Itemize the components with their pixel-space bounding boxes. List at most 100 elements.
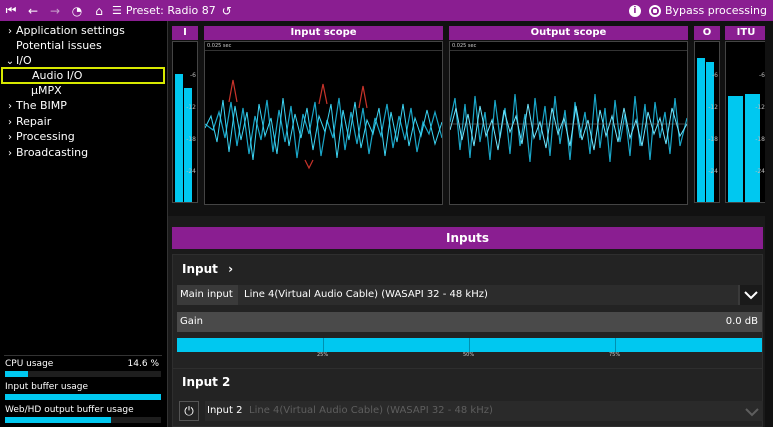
- stop-icon: [648, 4, 661, 17]
- sidebar-item-processing[interactable]: › Processing: [4, 129, 75, 144]
- meter-tick: -24: [186, 168, 196, 175]
- input2-select[interactable]: Line 4(Virtual Audio Cable) (WASAPI 32 -…: [249, 401, 493, 421]
- sidebar-item-the-bimp[interactable]: › The BIMP: [4, 98, 67, 113]
- chevron-down-icon[interactable]: [745, 407, 759, 420]
- itu-meter-title: ITU: [725, 26, 767, 40]
- sidebar: › Application settings Potential issues ⌄…: [0, 21, 168, 427]
- gain-tick-mark: [615, 338, 616, 352]
- sidebar-item-label: Repair: [16, 115, 52, 128]
- gain-tick-mark: [323, 338, 324, 352]
- input2-label: Input 2: [207, 405, 243, 416]
- divider: [4, 355, 162, 356]
- sidebar-item-label: Audio I/O: [32, 69, 83, 82]
- main-input-label: Main input: [180, 289, 233, 300]
- sidebar-item-label: The BIMP: [16, 99, 67, 112]
- info-icon[interactable]: i: [628, 4, 641, 17]
- dropdown-chevron-svg: [744, 290, 758, 299]
- sidebar-item-audio-io[interactable]: Audio I/O: [1, 67, 165, 84]
- inputs-section-header: Inputs: [172, 227, 763, 249]
- home-icon[interactable]: ⌂: [88, 0, 110, 21]
- back-arrow-icon[interactable]: ←: [22, 0, 44, 21]
- meter-tick: -18: [755, 136, 765, 143]
- sidebar-item-potential-issues[interactable]: Potential issues: [16, 38, 102, 53]
- cpu-usage-label: CPU usage: [5, 359, 54, 369]
- meter-tick: -12: [708, 104, 718, 111]
- power-icon[interactable]: ⏻: [179, 401, 199, 421]
- meter-tick: -6: [190, 72, 196, 79]
- chevron-right-icon: ›: [8, 117, 12, 128]
- cpu-usage-fill: [5, 371, 28, 377]
- gain-value: 0.0 dB: [725, 316, 758, 327]
- skip-back-icon[interactable]: ⏮: [0, 0, 22, 21]
- meter-bar-left: [728, 96, 743, 202]
- input-buffer-label: Input buffer usage: [5, 382, 89, 392]
- forward-arrow-icon[interactable]: →: [44, 0, 66, 21]
- bypass-label: Bypass processing: [664, 4, 767, 17]
- input2-row: Input 2 Line 4(Virtual Audio Cable) (WAS…: [205, 401, 763, 421]
- gain-tick-label: 50%: [463, 352, 475, 358]
- output-waveform: [450, 93, 687, 163]
- dropdown-chevron-svg: [745, 408, 759, 417]
- scrollbar[interactable]: [765, 21, 773, 427]
- gain-label: Gain: [180, 316, 203, 327]
- meter-tick: -12: [186, 104, 196, 111]
- itu-loudness-meter: -6 -12 -18 -24: [725, 41, 767, 203]
- meter-tick: -6: [712, 72, 718, 79]
- sidebar-item-label: I/O: [16, 54, 32, 67]
- input-waveform: [205, 79, 442, 170]
- output-buffer-label: Web/HD output buffer usage: [5, 405, 134, 415]
- cpu-usage-bar: [5, 371, 161, 377]
- sidebar-item-io[interactable]: ⌄ I/O: [4, 53, 32, 68]
- meter-tick: -18: [186, 136, 196, 143]
- sidebar-item-label: Broadcasting: [16, 146, 89, 159]
- undo-icon[interactable]: ↺: [216, 0, 238, 21]
- input-meter-title: I: [172, 26, 198, 40]
- output-level-meter: -6 -12 -18 -24: [694, 41, 720, 203]
- sidebar-item-label: µMPX: [31, 84, 62, 97]
- chevron-right-icon: ›: [8, 132, 12, 143]
- sidebar-item-broadcasting[interactable]: › Broadcasting: [4, 145, 88, 160]
- main-content: I -6 -12 -18 -24 Input scope 0.025 sec O…: [168, 21, 773, 427]
- meter-bar-left: [175, 74, 183, 202]
- output-scope-title: Output scope: [449, 26, 688, 40]
- output-meter-title: O: [694, 26, 720, 40]
- chevron-right-icon: ›: [8, 101, 12, 112]
- output-waveform-trace-a: [450, 93, 687, 163]
- chevron-right-icon: ›: [8, 26, 12, 37]
- gauge-icon[interactable]: ◔: [66, 0, 88, 21]
- bypass-processing-button[interactable]: Bypass processing: [648, 4, 767, 17]
- gain-slider[interactable]: 25% 50% 75%: [177, 338, 762, 360]
- output-buffer-fill: [5, 417, 112, 423]
- gain-tick-mark: [469, 338, 470, 352]
- sidebar-item-application-settings[interactable]: › Application settings: [4, 23, 125, 38]
- gain-row: Gain 0.0 dB: [177, 312, 762, 332]
- meter-tick: -24: [755, 168, 765, 175]
- chevron-right-icon: ›: [8, 148, 12, 159]
- list-icon: ☰: [112, 4, 122, 17]
- input2-section-title: Input 2: [182, 375, 231, 389]
- sidebar-item-repair[interactable]: › Repair: [4, 114, 51, 129]
- input-buffer-bar: [5, 394, 161, 400]
- sidebar-item-label: Processing: [16, 130, 75, 143]
- preset-label: Preset: Radio 87: [125, 4, 216, 17]
- input-scope-title: Input scope: [204, 26, 443, 40]
- meter-bar-right: [706, 62, 714, 202]
- gain-tick-label: 25%: [317, 352, 329, 358]
- meter-tick: -24: [708, 168, 718, 175]
- top-toolbar: ⏮ ← → ◔ ⌂ ☰ Preset: Radio 87 ↺ i Bypass …: [0, 0, 773, 21]
- input2-section: Input 2 ⏻ Input 2 Line 4(Virtual Audio C…: [172, 368, 763, 427]
- output-buffer-bar: [5, 417, 161, 423]
- chevron-down-icon[interactable]: [740, 285, 762, 305]
- sidebar-item-umpx[interactable]: µMPX: [31, 83, 62, 98]
- meter-tick: -18: [708, 136, 718, 143]
- input-section-title[interactable]: Input ›: [182, 262, 233, 276]
- input-title-text: Input: [182, 262, 218, 276]
- preset-selector[interactable]: ☰ Preset: Radio 87: [112, 4, 216, 17]
- main-input-row: Main input Line 4(Virtual Audio Cable) (…: [177, 285, 762, 305]
- input-waveform-trace-b: [205, 97, 442, 161]
- meter-bar-left: [697, 58, 705, 202]
- main-input-select[interactable]: Line 4(Virtual Audio Cable) (WASAPI 32 -…: [238, 285, 738, 305]
- input-buffer-fill: [5, 394, 161, 400]
- sidebar-item-label: Application settings: [16, 24, 125, 37]
- scope-area: I -6 -12 -18 -24 Input scope 0.025 sec O…: [168, 21, 773, 216]
